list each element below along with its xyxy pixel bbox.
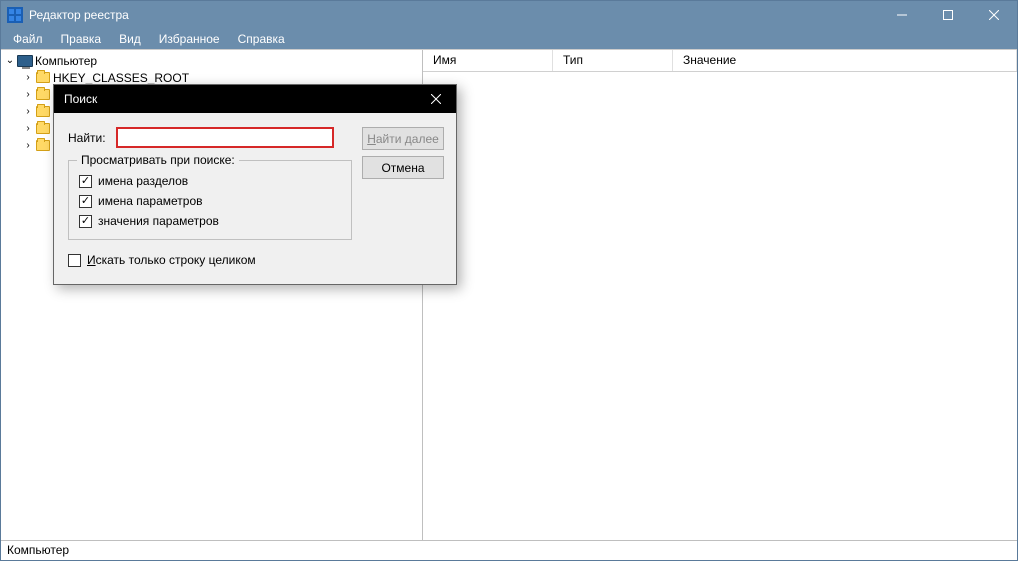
dialog-close-button[interactable] <box>416 85 456 113</box>
folder-icon <box>35 122 51 136</box>
checkbox-wholestring[interactable] <box>68 254 81 267</box>
menubar: Файл Правка Вид Избранное Справка <box>1 29 1017 49</box>
close-icon <box>989 10 999 20</box>
find-dialog: Поиск Найти: Просматривать при поиске: <box>53 84 457 285</box>
tree-label-computer: Компьютер <box>35 54 97 68</box>
minimize-button[interactable] <box>879 1 925 29</box>
menu-view[interactable]: Вид <box>111 30 149 48</box>
statusbar-path: Компьютер <box>7 543 69 557</box>
list-pane: Имя Тип Значение <box>423 50 1017 540</box>
dialog-title: Поиск <box>64 92 416 106</box>
checkbox-values[interactable] <box>79 195 92 208</box>
maximize-button[interactable] <box>925 1 971 29</box>
checkbox-keys[interactable] <box>79 175 92 188</box>
column-name[interactable]: Имя <box>423 50 553 71</box>
list-body[interactable] <box>423 72 1017 540</box>
titlebar: Редактор реестра <box>1 1 1017 29</box>
minimize-icon <box>897 10 907 20</box>
checkbox-label-data: значения параметров <box>98 214 219 228</box>
checkbox-data[interactable] <box>79 215 92 228</box>
checkbox-row-values[interactable]: имена параметров <box>79 191 341 211</box>
checkbox-row-data[interactable]: значения параметров <box>79 211 341 231</box>
folder-icon <box>35 105 51 119</box>
chevron-right-icon[interactable]: › <box>21 72 35 83</box>
chevron-right-icon[interactable]: › <box>21 106 35 117</box>
cancel-button[interactable]: Отмена <box>362 156 444 179</box>
chevron-right-icon[interactable]: › <box>21 123 35 134</box>
tree-item-computer[interactable]: ⌄ Компьютер <box>1 52 422 69</box>
groupbox-legend: Просматривать при поиске: <box>77 153 239 167</box>
column-type[interactable]: Тип <box>553 50 673 71</box>
dialog-left: Найти: Просматривать при поиске: имена р… <box>68 127 352 270</box>
checkbox-label-keys: имена разделов <box>98 174 188 188</box>
column-value[interactable]: Значение <box>673 50 1017 71</box>
folder-icon <box>35 71 51 85</box>
statusbar: Компьютер <box>1 540 1017 560</box>
app-window: Редактор реестра Файл Правка Вид Избранн… <box>0 0 1018 561</box>
dialog-body: Найти: Просматривать при поиске: имена р… <box>54 113 456 284</box>
dialog-titlebar[interactable]: Поиск <box>54 85 456 113</box>
computer-icon <box>17 54 33 68</box>
find-label: Найти: <box>68 131 106 145</box>
maximize-icon <box>943 10 953 20</box>
tree-label-hkcr: HKEY_CLASSES_ROOT <box>53 71 189 85</box>
find-input[interactable] <box>116 127 334 148</box>
menu-file[interactable]: Файл <box>5 30 51 48</box>
checkbox-label-wholestring: ИИскать только строку целикомскать тольк… <box>87 253 256 267</box>
checkbox-label-values: имена параметров <box>98 194 203 208</box>
folder-icon <box>35 139 51 153</box>
close-button[interactable] <box>971 1 1017 29</box>
menu-edit[interactable]: Правка <box>53 30 110 48</box>
checkbox-row-wholestring[interactable]: ИИскать только строку целикомскать тольк… <box>68 250 352 270</box>
content-area: ⌄ Компьютер › HKEY_CLASSES_ROOT › › › <box>1 49 1017 540</box>
lookat-groupbox: Просматривать при поиске: имена разделов… <box>68 160 352 240</box>
find-row: Найти: <box>68 127 352 148</box>
checkbox-row-keys[interactable]: имена разделов <box>79 171 341 191</box>
list-header: Имя Тип Значение <box>423 50 1017 72</box>
chevron-right-icon[interactable]: › <box>21 140 35 151</box>
menu-favorites[interactable]: Избранное <box>151 30 228 48</box>
close-icon <box>431 94 441 104</box>
findnext-button[interactable]: Найти далее <box>362 127 444 150</box>
chevron-down-icon[interactable]: ⌄ <box>3 55 17 66</box>
window-title: Редактор реестра <box>29 8 879 22</box>
menu-help[interactable]: Справка <box>230 30 293 48</box>
dialog-buttons: Найти далее Отмена <box>362 127 444 270</box>
folder-icon <box>35 88 51 102</box>
regedit-app-icon <box>7 7 23 23</box>
chevron-right-icon[interactable]: › <box>21 89 35 100</box>
window-controls <box>879 1 1017 29</box>
